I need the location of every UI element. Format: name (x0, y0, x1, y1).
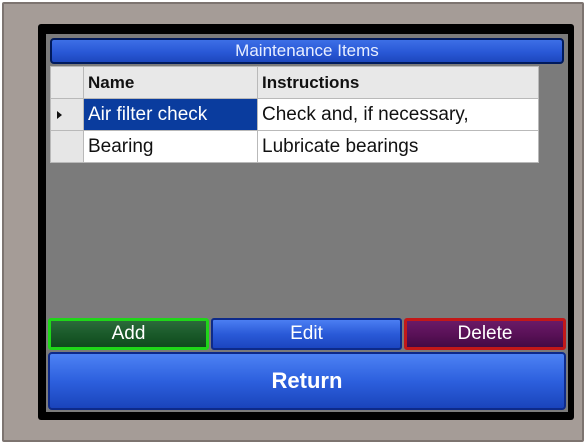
return-button[interactable]: Return (48, 352, 566, 410)
table-header-row: Name Instructions (50, 66, 539, 99)
row-selector-header (50, 66, 84, 99)
table-row[interactable]: Bearing Lubricate bearings (50, 130, 539, 163)
table-row[interactable]: Air filter check Check and, if necessary… (50, 98, 539, 131)
edit-button[interactable]: Edit (211, 318, 402, 350)
row-selector[interactable] (50, 98, 84, 131)
current-row-arrow-icon (57, 110, 62, 119)
maintenance-items-grid[interactable]: Name Instructions Air filter check Check… (50, 66, 564, 316)
item-instructions-cell[interactable]: Check and, if necessary, (257, 98, 539, 131)
add-button[interactable]: Add (48, 318, 209, 350)
item-name-cell[interactable]: Air filter check (83, 98, 258, 131)
item-instructions-cell[interactable]: Lubricate bearings (257, 130, 539, 163)
column-header-instructions[interactable]: Instructions (257, 66, 539, 99)
items-table: Name Instructions Air filter check Check… (50, 66, 539, 163)
delete-button[interactable]: Delete (404, 318, 566, 350)
row-selector[interactable] (50, 130, 84, 163)
item-name-cell[interactable]: Bearing (83, 130, 258, 163)
page-title: Maintenance Items (50, 38, 564, 64)
column-header-name[interactable]: Name (83, 66, 258, 99)
action-button-row: Add Edit Delete (48, 318, 566, 350)
